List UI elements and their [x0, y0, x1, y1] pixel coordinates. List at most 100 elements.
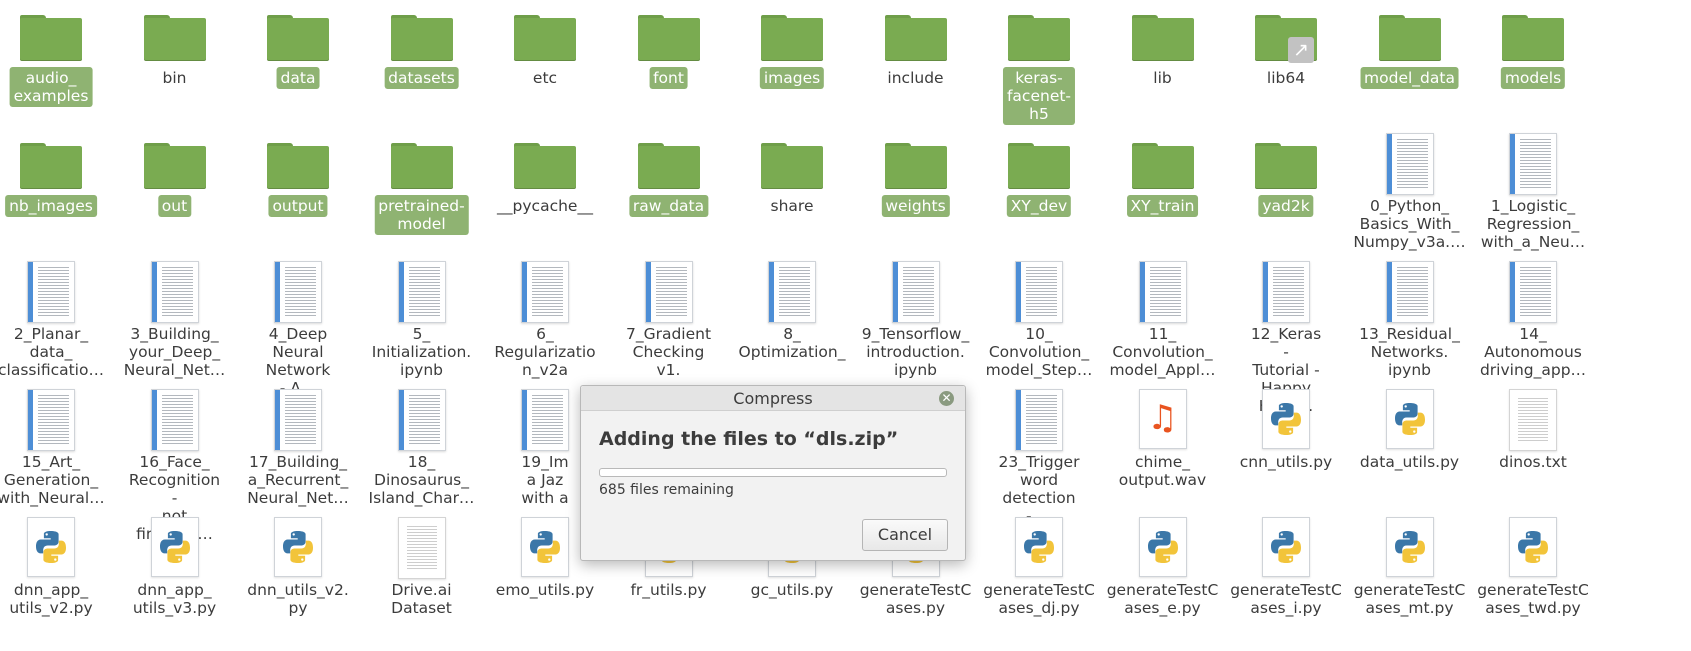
folder-icon: [1255, 143, 1317, 189]
file-item[interactable]: dnn_utils_v2. py: [233, 517, 363, 651]
file-item[interactable]: generateTestC ases_dj.py: [974, 517, 1104, 651]
folder-icon: [0, 5, 116, 63]
file-item[interactable]: dinos.txt: [1468, 389, 1598, 523]
notebook-document-icon: [0, 261, 116, 323]
folder-item[interactable]: data: [233, 5, 363, 139]
folder-item[interactable]: include: [851, 5, 981, 139]
python-file-icon: [1221, 517, 1351, 577]
item-label: generateTestC ases_mt.py: [1353, 581, 1466, 617]
item-label: chime_ output.wav: [1118, 453, 1207, 489]
file-item[interactable]: generateTestC ases_twd.py: [1468, 517, 1598, 651]
file-item[interactable]: 3_Building_ your_Deep_ Neural_Net…: [110, 261, 240, 395]
file-item[interactable]: 5_ Initialization. ipynb: [357, 261, 487, 395]
progress-bar: [599, 468, 947, 477]
file-item[interactable]: dnn_app_ utils_v2.py: [0, 517, 116, 651]
file-item[interactable]: 16_Face_ Recognition - not finished…: [110, 389, 240, 543]
folder-icon: [0, 133, 116, 191]
folder-icon: [480, 133, 610, 191]
file-item[interactable]: 7_Gradient Checking v1.: [604, 261, 734, 395]
notebook-document-icon: [1468, 261, 1598, 323]
folder-item[interactable]: lib: [1098, 5, 1228, 139]
folder-item[interactable]: keras-facenet- h5: [974, 5, 1104, 139]
file-item[interactable]: 18_ Dinosaurus_ Island_Char…: [357, 389, 487, 523]
folder-item[interactable]: share: [727, 133, 857, 267]
folder-item[interactable]: raw_data: [604, 133, 734, 267]
file-item[interactable]: generateTestC ases_mt.py: [1345, 517, 1475, 651]
item-label: 11_ Convolution_ model_Appl…: [1109, 325, 1216, 379]
file-item[interactable]: 10_ Convolution_ model_Step…: [974, 261, 1104, 395]
dialog-title: Compress: [733, 389, 813, 408]
notebook-document-icon: [604, 261, 734, 323]
file-item[interactable]: cnn_utils.py: [1221, 389, 1351, 523]
file-item[interactable]: ♫ chime_ output.wav: [1098, 389, 1228, 523]
folder-item[interactable]: weights: [851, 133, 981, 267]
file-item[interactable]: 13_Residual_ Networks. ipynb: [1345, 261, 1475, 395]
folder-item[interactable]: images: [727, 5, 857, 139]
cancel-button[interactable]: Cancel: [862, 519, 948, 551]
folder-icon: [357, 133, 487, 191]
folder-item[interactable]: models: [1468, 5, 1598, 139]
file-item[interactable]: 6_ Regularizatio n_v2a: [480, 261, 610, 395]
folder-icon: [1502, 15, 1564, 61]
folder-item[interactable]: pretrained- model: [357, 133, 487, 267]
text-file-icon: [1468, 389, 1598, 451]
item-label: 15_Art_ Generation_ with_Neural…: [0, 453, 105, 507]
file-item[interactable]: 11_ Convolution_ model_Appl…: [1098, 261, 1228, 395]
file-item[interactable]: 23_Trigger word detection - …: [974, 389, 1104, 525]
folder-item[interactable]: XY_train: [1098, 133, 1228, 267]
file-item[interactable]: 12_Keras - Tutorial - Happy Hous…: [1221, 261, 1351, 415]
notebook-document-icon: [974, 389, 1104, 451]
file-item[interactable]: 17_Building_ a_Recurrent_ Neural_Net…: [233, 389, 363, 523]
folder-icon: [1345, 5, 1475, 63]
folder-item[interactable]: ↗ lib64: [1221, 5, 1351, 139]
item-label: dnn_app_ utils_v3.py: [132, 581, 217, 617]
file-item[interactable]: dnn_app_ utils_v3.py: [110, 517, 240, 651]
item-label: 7_Gradient Checking v1.: [625, 325, 712, 379]
item-label: Drive.ai Dataset: [391, 581, 452, 617]
file-item[interactable]: 9_Tensorflow_ introduction. ipynb: [851, 261, 981, 395]
folder-item[interactable]: out: [110, 133, 240, 267]
folder-item[interactable]: bin: [110, 5, 240, 139]
file-item[interactable]: 0_Python_ Basics_With_ Numpy_v3a.…: [1345, 133, 1475, 267]
file-item[interactable]: 2_Planar_ data_ classificatio…: [0, 261, 116, 395]
folder-item[interactable]: yad2k: [1221, 133, 1351, 267]
folder-item[interactable]: __pycache__: [480, 133, 610, 267]
file-item[interactable]: Drive.ai Dataset: [357, 517, 487, 651]
folder-icon: [267, 15, 329, 61]
file-item[interactable]: 15_Art_ Generation_ with_Neural…: [0, 389, 116, 523]
folder-icon: [1468, 5, 1598, 63]
item-label: model_data: [1360, 67, 1459, 89]
item-label: 0_Python_ Basics_With_ Numpy_v3a.…: [1353, 197, 1466, 251]
item-label: 13_Residual_ Networks. ipynb: [1359, 325, 1460, 379]
folder-item[interactable]: nb_images: [0, 133, 116, 267]
folder-item[interactable]: model_data: [1345, 5, 1475, 139]
folder-item[interactable]: audio_ examples: [0, 5, 116, 139]
item-label: dnn_utils_v2. py: [247, 581, 349, 617]
item-label: XY_dev: [1006, 195, 1072, 217]
folder-icon: [727, 133, 857, 191]
file-item[interactable]: data_utils.py: [1345, 389, 1475, 523]
folder-item[interactable]: output: [233, 133, 363, 267]
file-item[interactable]: generateTestC ases_i.py: [1221, 517, 1351, 651]
folder-item[interactable]: etc: [480, 5, 610, 139]
file-item[interactable]: 1_Logistic_ Regression_ with_a_Neu…: [1468, 133, 1598, 267]
folder-icon: [20, 15, 82, 61]
file-item[interactable]: generateTestC ases_e.py: [1098, 517, 1228, 651]
item-label: generateTestC ases_i.py: [1230, 581, 1342, 617]
file-item[interactable]: 8_ Optimization_: [727, 261, 857, 395]
file-item[interactable]: 14_ Autonomous driving_app…: [1468, 261, 1598, 395]
folder-icon: [1098, 133, 1228, 191]
dialog-titlebar[interactable]: Compress ✕: [581, 386, 965, 411]
folder-item[interactable]: datasets: [357, 5, 487, 139]
python-file-icon: [1345, 389, 1475, 449]
folder-icon: [727, 5, 857, 63]
folder-item[interactable]: XY_dev: [974, 133, 1104, 267]
close-icon[interactable]: ✕: [939, 391, 954, 406]
file-item[interactable]: 4_Deep Neural Network - A…: [233, 261, 363, 397]
folder-icon: [267, 143, 329, 189]
item-label: raw_data: [628, 195, 709, 217]
item-label: generateTestC ases.py: [859, 581, 972, 617]
folder-item[interactable]: font: [604, 5, 734, 139]
notebook-document-icon: [110, 389, 240, 451]
progress-message: Adding the files to “dls.zip”: [599, 428, 899, 450]
